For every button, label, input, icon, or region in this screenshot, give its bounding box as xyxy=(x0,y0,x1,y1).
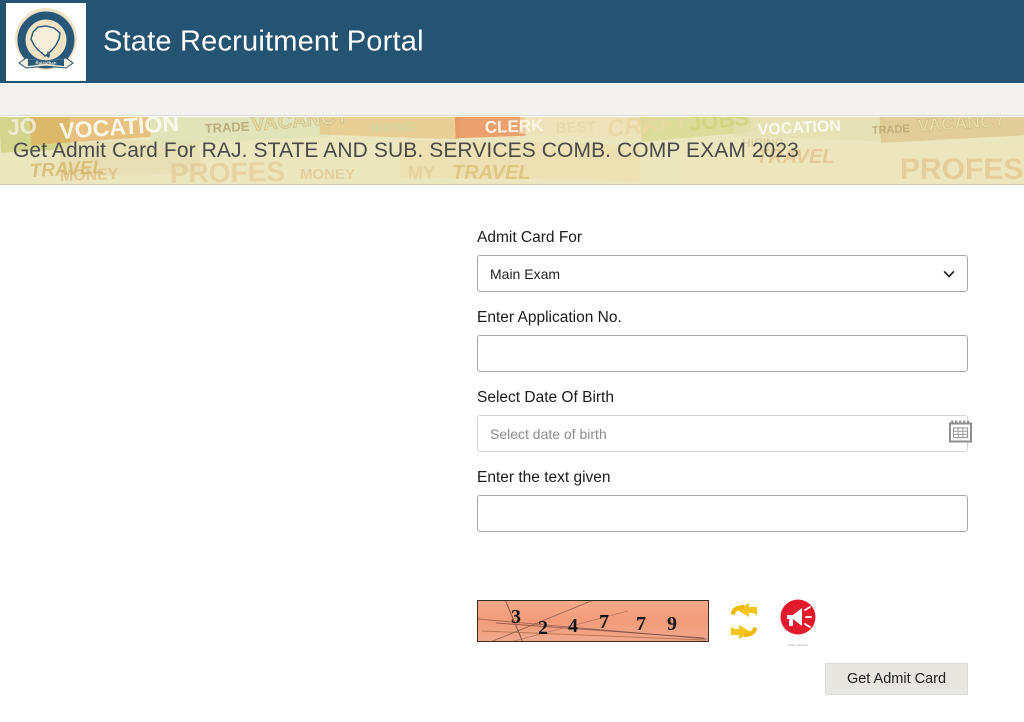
svg-text:MONEY: MONEY xyxy=(60,166,120,185)
captcha-digit-4: 7 xyxy=(599,611,609,633)
svg-text:BEST: BEST xyxy=(556,119,597,137)
label-captcha-text: Enter the text given xyxy=(477,469,611,486)
audio-speaker-icon xyxy=(780,599,816,635)
captcha-digit-1: 3 xyxy=(511,606,521,628)
chevron-down-icon xyxy=(943,270,955,277)
svg-text:JO: JO xyxy=(7,117,38,140)
date-of-birth-placeholder: Select date of birth xyxy=(490,425,607,442)
field-admit-card-for: Admit Card For Main Exam xyxy=(477,228,968,292)
label-date-of-birth: Select Date Of Birth xyxy=(477,389,614,406)
svg-text:HIRING: HIRING xyxy=(370,119,416,136)
banner-title: Get Admit Card For RAJ. STATE AND SUB. S… xyxy=(13,138,799,162)
page-banner: JO VOCATION TRADE VACANCY HIRING CLERK B… xyxy=(0,117,1024,185)
label-admit-card-for: Admit Card For xyxy=(477,229,583,246)
input-captcha-text-wrapper[interactable] xyxy=(477,495,968,532)
site-header: State Recruitment Portal Rajasthan State… xyxy=(0,0,1024,83)
audio-captcha-caption: Audio Captcha xyxy=(788,644,808,647)
input-date-of-birth-wrapper[interactable]: Select date of birth xyxy=(477,415,972,452)
calendar-icon[interactable] xyxy=(948,419,976,445)
svg-text:TRAVEL: TRAVEL xyxy=(452,162,531,184)
svg-text:CLERK: CLERK xyxy=(484,117,544,137)
input-application-no-wrapper[interactable] xyxy=(477,335,968,372)
header-sub-strip xyxy=(0,83,1024,116)
refresh-captcha-icon[interactable] xyxy=(727,601,761,641)
audio-captcha-button[interactable]: Audio Captcha xyxy=(775,598,821,647)
application-no-input[interactable] xyxy=(490,344,955,363)
site-title: State Recruitment Portal xyxy=(103,25,424,57)
rajasthan-emblem-icon: State Recruitment Portal Rajasthan xyxy=(8,5,77,70)
logo-banner-text: Rajasthan xyxy=(36,60,57,65)
admit-card-form: Admit Card For Main Exam Enter Applicati… xyxy=(477,228,972,532)
svg-text:PROFES: PROFES xyxy=(900,153,1023,185)
get-admit-card-button[interactable]: Get Admit Card xyxy=(825,663,968,695)
field-captcha-text: Enter the text given xyxy=(477,468,968,532)
svg-text:MY: MY xyxy=(408,163,435,183)
captcha-digit-5: 7 xyxy=(636,613,646,635)
captcha-digit-6: 9 xyxy=(667,613,677,635)
captcha-image: 3 2 4 7 7 9 xyxy=(477,600,709,642)
field-date-of-birth: Select Date Of Birth Select date of birt… xyxy=(477,388,972,452)
captcha-digit-3: 4 xyxy=(568,615,578,637)
svg-text:MONEY: MONEY xyxy=(300,166,355,183)
captcha-canvas: 3 2 4 7 7 9 xyxy=(478,601,708,641)
label-application-no: Enter Application No. xyxy=(477,309,622,326)
captcha-digit-2: 2 xyxy=(538,617,548,639)
site-logo[interactable]: State Recruitment Portal Rajasthan xyxy=(6,3,86,81)
page-root: State Recruitment Portal Rajasthan State… xyxy=(0,0,1024,722)
select-admit-card-for-value: Main Exam xyxy=(490,265,561,282)
svg-text:TRADE: TRADE xyxy=(204,119,250,136)
select-admit-card-for[interactable]: Main Exam xyxy=(477,255,968,292)
captcha-row: 3 2 4 7 7 9 Audio Captcha xyxy=(477,598,821,647)
field-application-no: Enter Application No. xyxy=(477,308,968,372)
svg-text:TRADE: TRADE xyxy=(872,123,910,137)
captcha-text-input[interactable] xyxy=(490,504,955,523)
